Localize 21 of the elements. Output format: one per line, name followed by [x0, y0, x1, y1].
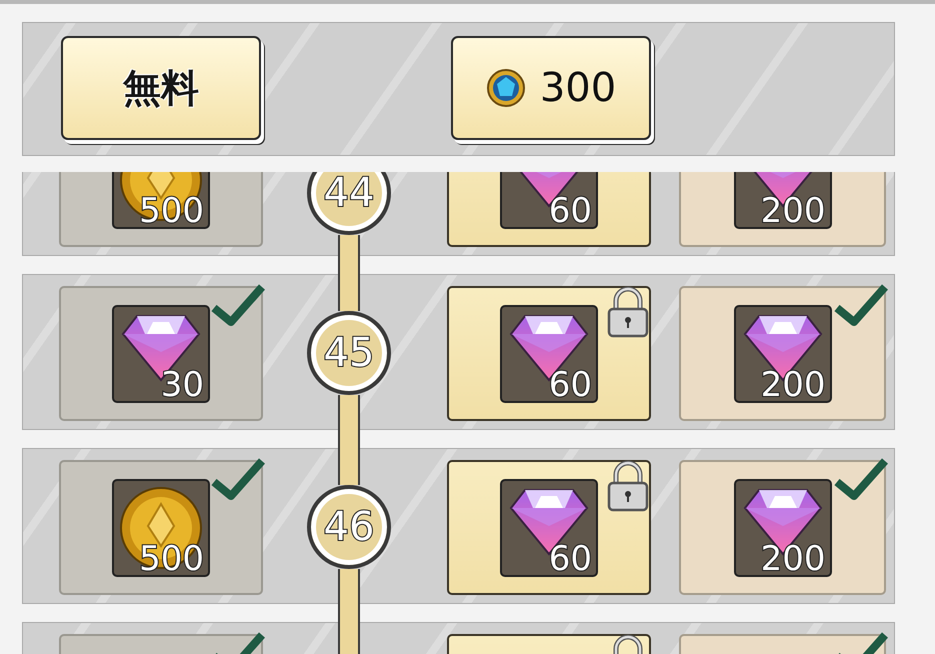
amount-label: 60 [548, 364, 592, 404]
amount-label: 60 [548, 538, 592, 578]
reward-card[interactable]: 200 [679, 172, 886, 247]
amount-label: 60 [548, 190, 592, 230]
amount-label: 500 [139, 538, 204, 578]
amount-label: 500 [139, 190, 204, 230]
reward-card[interactable]: 200 [679, 286, 886, 421]
amount-label: 200 [760, 190, 826, 230]
level-badge: 44 [307, 172, 391, 235]
crystal-coin-icon [486, 68, 526, 108]
reward-card[interactable]: 60 [447, 172, 651, 247]
amount-label: 200 [760, 364, 826, 404]
amount-label: 30 [160, 364, 204, 404]
level-badge: 45 [307, 311, 391, 395]
level-badge: 46 [307, 485, 391, 569]
reward-card[interactable]: 60 [447, 460, 651, 595]
amount-label: 200 [760, 538, 826, 578]
reward-card[interactable]: 30 [59, 286, 263, 421]
reward-card[interactable]: 60 [447, 286, 651, 421]
reward-card[interactable]: 200 [679, 460, 886, 595]
coin-icon [119, 486, 203, 570]
